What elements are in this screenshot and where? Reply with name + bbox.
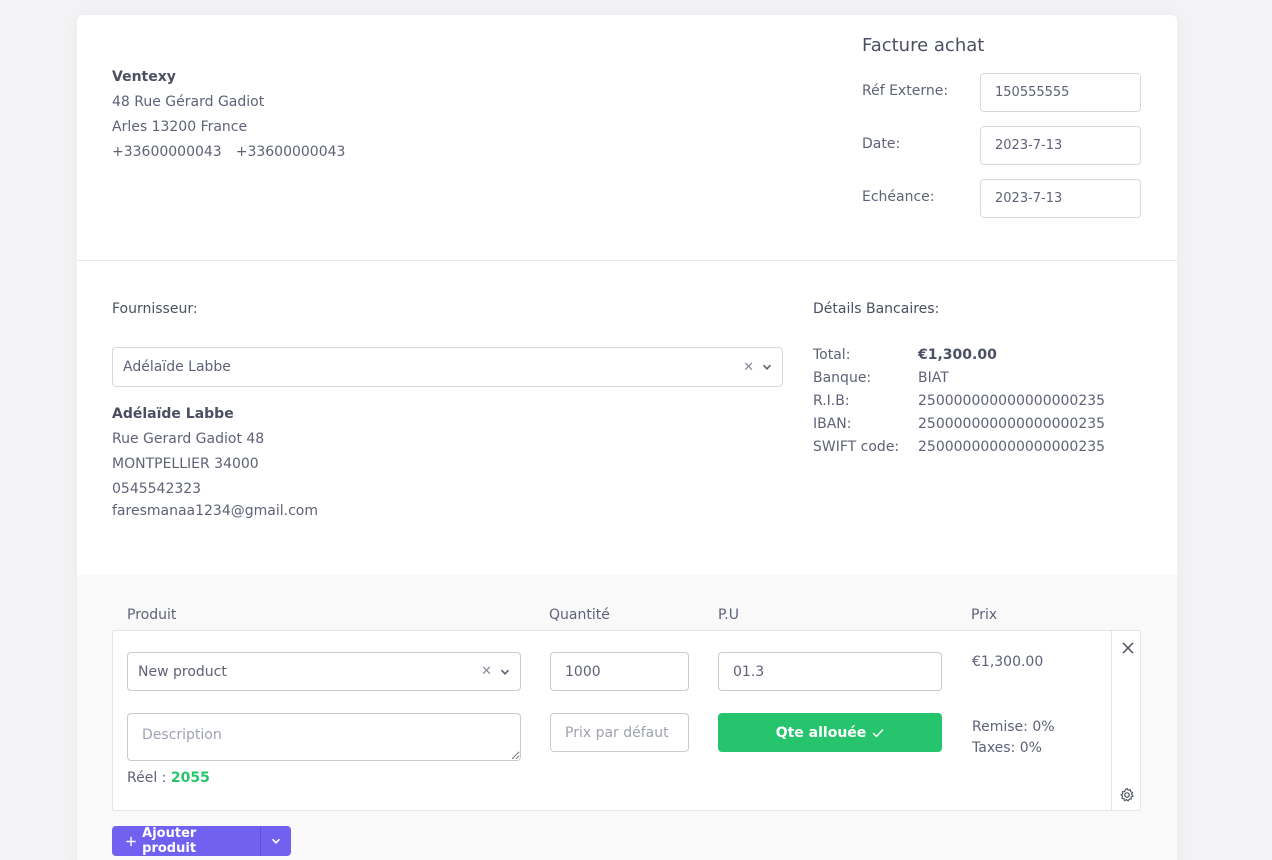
allocated-qty-label: Qte allouée (775, 724, 867, 741)
line-divider (1111, 631, 1112, 810)
products-section: Produit Quantité P.U Prix New product ✕ … (77, 575, 1177, 860)
due-label: Echéance: (862, 189, 935, 205)
supplier-name: Adélaïde Labbe (112, 406, 234, 422)
invoice-title: Facture achat (862, 35, 985, 56)
chevron-down-icon (271, 838, 281, 844)
col-header-product: Produit (127, 607, 177, 623)
due-input[interactable] (980, 179, 1141, 218)
header-divider (77, 260, 1177, 261)
supplier-phone: 0545542323 (112, 481, 202, 497)
supplier-section-label: Fournisseur: (112, 301, 198, 317)
clear-icon[interactable]: ✕ (743, 360, 754, 375)
company-phone-1: +33600000043 (112, 144, 222, 160)
chevron-down-icon[interactable] (500, 667, 510, 677)
bank-total-label: Total: (813, 347, 851, 363)
add-product-dropdown[interactable] (260, 826, 291, 856)
company-info: Ventexy 48 Rue Gérard Gadiot Arles 13200… (112, 65, 345, 165)
add-product-button-group: Ajouter produit (112, 826, 291, 856)
company-phone-2: +33600000043 (235, 144, 346, 160)
supplier-email: faresmanaa1234@gmail.com (112, 503, 318, 519)
reel-value: 2055 (170, 770, 210, 786)
description-textarea[interactable] (127, 713, 521, 761)
allocated-qty-button[interactable]: Qte allouée (718, 713, 942, 752)
add-product-label: Ajouter produit (142, 826, 197, 856)
supplier-city: MONTPELLIER 34000 (112, 456, 259, 472)
bank-rib-row: R.I.B: 250000000000000000235 (813, 390, 1105, 413)
line-adjustments: Remise: 0% Taxes: 0% (972, 717, 1055, 759)
bank-details: Total: €1,300.00 Banque: BIAT R.I.B: 250… (813, 344, 1105, 459)
company-address: 48 Rue Gérard Gadiot (112, 94, 265, 110)
remove-line-icon[interactable] (1120, 640, 1136, 656)
bank-name-label: Banque: (813, 370, 872, 386)
clear-icon[interactable]: ✕ (481, 664, 492, 679)
bank-iban-label: IBAN: (813, 416, 852, 432)
check-icon (872, 728, 884, 738)
due-row: Echéance: (862, 179, 1142, 218)
supplier-details: Adélaïde Labbe Rue Gerard Gadiot 48 MONT… (112, 402, 318, 522)
bank-total-value: €1,300.00 (918, 347, 997, 363)
quantity-input[interactable] (550, 652, 689, 691)
product-select[interactable]: New product ✕ (127, 652, 521, 691)
bank-rib-label: R.I.B: (813, 393, 850, 409)
reel-label: Réel : (127, 770, 167, 786)
bank-rib-value: 250000000000000000235 (918, 393, 1106, 409)
add-product-button[interactable]: Ajouter produit (112, 826, 260, 856)
product-line: New product ✕ €1,300.00 Qte allouée Remi… (112, 630, 1141, 811)
remise-text: Remise: 0% (972, 719, 1055, 735)
ref-row: Réf Externe: (862, 73, 1142, 112)
bank-swift-label: SWIFT code: (813, 439, 900, 455)
taxes-text: Taxes: 0% (972, 740, 1042, 756)
line-price: €1,300.00 (972, 654, 1044, 670)
bank-name-row: Banque: BIAT (813, 367, 1105, 390)
supplier-address: Rue Gerard Gadiot 48 (112, 431, 265, 447)
ref-label: Réf Externe: (862, 83, 949, 99)
company-name: Ventexy (112, 69, 176, 85)
bank-section-label: Détails Bancaires: (813, 301, 940, 317)
bank-swift-row: SWIFT code: 250000000000000000235 (813, 436, 1105, 459)
reel-stock: Réel : 2055 (127, 770, 210, 786)
plus-icon (126, 836, 136, 846)
bank-name-value: BIAT (918, 370, 949, 386)
default-price-input[interactable] (550, 713, 689, 752)
ref-input[interactable] (980, 73, 1141, 112)
chevron-down-icon[interactable] (762, 362, 772, 372)
invoice-card: Ventexy 48 Rue Gérard Gadiot Arles 13200… (77, 15, 1177, 860)
company-city: Arles 13200 France (112, 119, 248, 135)
supplier-select-value: Adélaïde Labbe (123, 359, 231, 375)
company-phones: +33600000043 +33600000043 (112, 140, 345, 165)
bank-swift-value: 250000000000000000235 (918, 439, 1106, 455)
unit-price-input[interactable] (718, 652, 942, 691)
col-header-quantity: Quantité (549, 607, 610, 623)
bank-iban-value: 250000000000000000235 (918, 416, 1106, 432)
bank-iban-row: IBAN: 250000000000000000235 (813, 413, 1105, 436)
date-input[interactable] (980, 126, 1141, 165)
col-header-unit-price: P.U (718, 607, 739, 623)
date-label: Date: (862, 136, 901, 152)
product-select-value: New product (138, 663, 227, 680)
date-row: Date: (862, 126, 1142, 165)
supplier-select[interactable]: Adélaïde Labbe ✕ (112, 347, 783, 387)
col-header-price: Prix (971, 607, 998, 623)
bank-total-row: Total: €1,300.00 (813, 344, 1105, 367)
gear-icon[interactable] (1119, 787, 1135, 803)
